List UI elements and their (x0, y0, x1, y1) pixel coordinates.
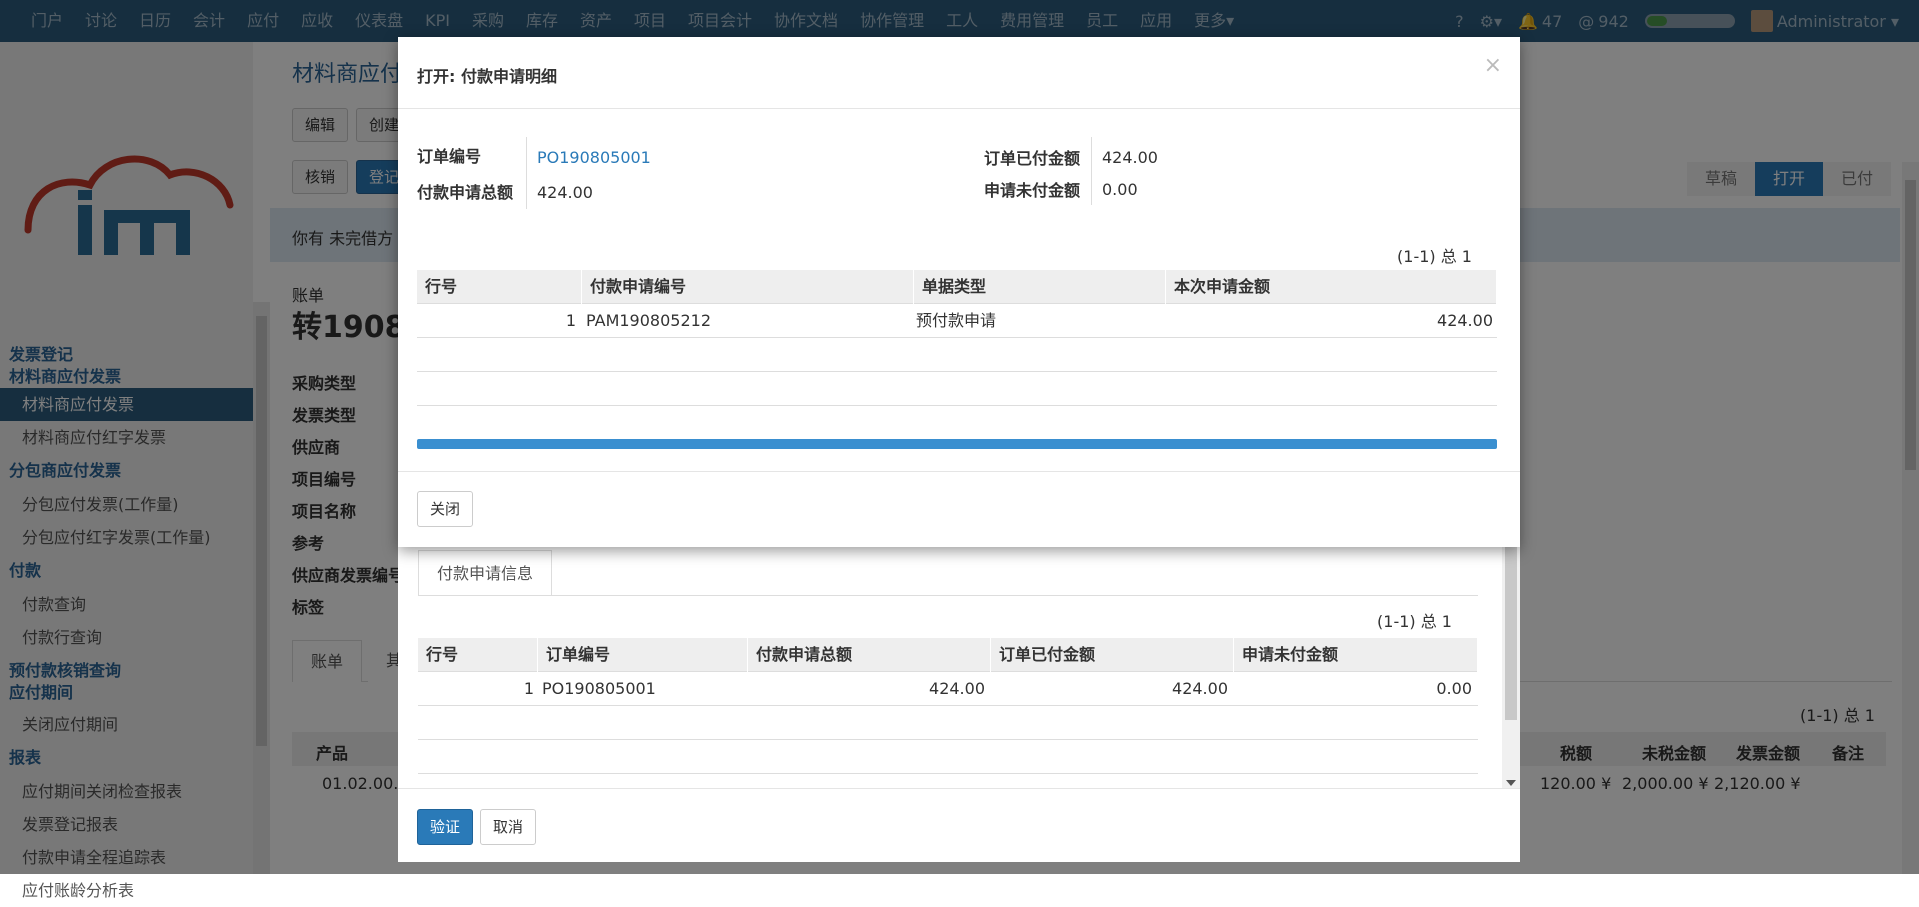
pager: (1-1) 总 1 (1377, 612, 1452, 631)
scroll-down-icon[interactable] (1506, 780, 1516, 786)
column-header[interactable]: 本次申请金额 (1166, 270, 1497, 304)
close-icon[interactable]: × (1484, 53, 1502, 78)
column-header[interactable]: 行号 (417, 270, 582, 304)
tab-divider (418, 595, 1478, 596)
dialog-footer: 关闭 (398, 471, 1520, 547)
dialog-scrollbar[interactable] (1502, 530, 1520, 788)
dialog-title: 打开: 付款申请明细 (417, 67, 557, 86)
dialog-header: 打开: 付款申请明细 × (398, 37, 1520, 109)
request-unpaid-label: 申请未付金额 (984, 181, 1081, 200)
validate-button[interactable]: 验证 (417, 809, 474, 845)
request-total-value: 424.00 (537, 183, 593, 202)
dialog-footer: 验证 取消 (398, 788, 1520, 862)
payment-request-detail-dialog: 打开: 付款申请明细 × 订单编号 PO190805001 付款申请总额 424… (398, 37, 1520, 547)
table-row[interactable]: 1 PO190805001 424.00 424.00 0.00 (418, 672, 1478, 706)
order-paid: 424.00 (1172, 679, 1228, 698)
order-number-link[interactable]: PO190805001 (537, 148, 651, 167)
column-header[interactable]: 单据类型 (914, 270, 1166, 304)
column-header[interactable]: 订单编号 (538, 638, 748, 672)
column-header[interactable]: 申请未付金额 (1234, 638, 1478, 672)
cancel-button[interactable]: 取消 (480, 809, 537, 845)
order-paid-value: 424.00 (1102, 148, 1158, 167)
order-paid-label: 订单已付金额 (984, 149, 1081, 168)
order-number-label: 订单编号 (417, 147, 482, 166)
column-header[interactable]: 订单已付金额 (991, 638, 1234, 672)
dialog-scroll-thumb[interactable] (1505, 530, 1517, 720)
tab-payment-request-info[interactable]: 付款申请信息 (418, 550, 553, 596)
column-header[interactable]: 行号 (418, 638, 538, 672)
request-number: PAM190805212 (586, 311, 711, 330)
order-number: PO190805001 (542, 679, 656, 698)
line-number: 1 (523, 679, 534, 698)
table-row[interactable]: 1 PAM190805212 预付款申请 424.00 (417, 304, 1497, 338)
request-amount: 424.00 (1437, 311, 1493, 330)
table-row (418, 740, 1478, 774)
close-button[interactable]: 关闭 (417, 491, 474, 527)
sidebar-item-aging-analysis[interactable]: 应付账龄分析表 (0, 874, 253, 907)
table-row (417, 338, 1497, 372)
horizontal-scrollbar[interactable] (417, 439, 1497, 449)
pager: (1-1) 总 1 (1397, 247, 1472, 266)
line-number: 1 (565, 311, 576, 330)
table-header: 行号 付款申请编号 单据类型 本次申请金额 (417, 270, 1497, 304)
table-row (418, 706, 1478, 740)
field-divider (526, 137, 527, 209)
field-divider (1091, 137, 1092, 205)
column-header[interactable]: 付款申请编号 (582, 270, 914, 304)
request-unpaid: 0.00 (1436, 679, 1472, 698)
document-type: 预付款申请 (916, 311, 997, 330)
request-total-label: 付款申请总额 (417, 183, 514, 202)
request-unpaid-value: 0.00 (1102, 180, 1138, 199)
table-row (417, 372, 1497, 406)
request-total: 424.00 (929, 679, 985, 698)
column-header[interactable]: 付款申请总额 (748, 638, 991, 672)
payment-request-dialog: 付款申请信息 (1-1) 总 1 行号 订单编号 付款申请总额 订单已付金额 申… (398, 530, 1520, 862)
table-header: 行号 订单编号 付款申请总额 订单已付金额 申请未付金额 (418, 638, 1478, 672)
